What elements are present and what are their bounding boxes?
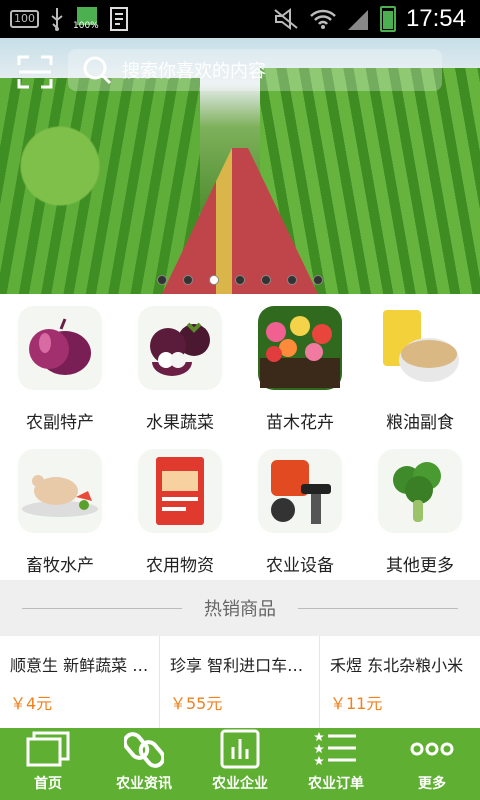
pager-dot[interactable] — [313, 275, 323, 285]
onion-icon — [18, 306, 102, 390]
divider — [298, 607, 458, 609]
product-card[interactable]: 珍享 智利进口车厘子 ￥55元 — [160, 636, 320, 728]
category-item-fruit-veg[interactable]: 水果蔬菜 — [120, 294, 240, 437]
flowers-icon — [258, 306, 342, 390]
category-grid: 农副特产 水果蔬菜 苗木花卉 粮油副食 畜牧水产 农用物资 农业设备 其他更多 — [0, 294, 480, 580]
status-bar: 100 100% 17:54 — [0, 0, 480, 38]
mangosteen-icon — [138, 306, 222, 390]
category-item-more[interactable]: 其他更多 — [360, 437, 480, 580]
category-item-livestock[interactable]: 畜牧水产 — [0, 437, 120, 580]
divider — [22, 607, 182, 609]
product-card[interactable]: 顺意生 新鲜蔬菜 大番茄 ￥4元 — [0, 636, 160, 728]
wifi-icon — [310, 9, 336, 29]
tab-agri-enterprise[interactable]: 农业企业 — [192, 728, 288, 800]
product-price: ￥11元 — [330, 694, 383, 713]
category-item-agri-supplies[interactable]: 农用物资 — [120, 437, 240, 580]
clock: 17:54 — [405, 5, 466, 32]
pager-dot[interactable] — [261, 275, 271, 285]
search-placeholder: 搜索你喜欢的内容 — [122, 61, 266, 82]
battery-icon — [379, 6, 396, 32]
pager-dot[interactable] — [183, 275, 193, 285]
category-item-flowers[interactable]: 苗木花卉 — [240, 294, 360, 437]
fertilizer-bag-icon — [138, 449, 222, 533]
tab-label: 农业企业 — [212, 776, 268, 792]
product-name: 顺意生 新鲜蔬菜 大番茄 — [10, 656, 149, 675]
hot-section-header: 热销商品 — [0, 580, 480, 636]
mute-icon — [274, 8, 298, 30]
category-label: 水果蔬菜 — [146, 413, 214, 433]
pager-dot[interactable] — [209, 275, 219, 285]
brush-cutter-icon — [258, 449, 342, 533]
search-bar[interactable]: 搜索你喜欢的内容 — [68, 49, 442, 91]
banner-image-left — [0, 78, 200, 294]
home-windows-icon — [26, 729, 70, 769]
signal-icon — [347, 10, 368, 30]
category-label: 粮油副食 — [386, 413, 454, 433]
category-label: 农副特产 — [26, 413, 94, 433]
bar-chart-icon — [220, 729, 260, 769]
storage-indicator: 100 — [10, 10, 39, 28]
tab-label: 首页 — [34, 776, 62, 792]
category-item-nongfu[interactable]: 农副特产 — [0, 294, 120, 437]
grain-icon — [378, 306, 462, 390]
tab-home[interactable]: 首页 — [0, 728, 96, 800]
scan-icon[interactable] — [17, 55, 53, 89]
tab-label: 农业资讯 — [116, 776, 172, 792]
hot-section-title: 热销商品 — [204, 599, 276, 620]
star-list-icon — [314, 729, 358, 769]
more-dots-icon — [410, 729, 454, 769]
product-name: 禾煜 东北杂粮小米 — [330, 656, 464, 675]
category-label: 苗木花卉 — [266, 413, 334, 433]
tab-label: 更多 — [418, 776, 446, 792]
search-icon — [83, 56, 112, 85]
banner-pager — [0, 275, 480, 285]
broccoli-icon — [378, 449, 462, 533]
bottom-tab-bar: 首页 农业资讯 农业企业 农业订单 更多 — [0, 728, 480, 800]
battery-percent: 100% — [73, 21, 99, 31]
product-price: ￥4元 — [10, 694, 53, 713]
link-icon — [124, 729, 164, 769]
pager-dot[interactable] — [235, 275, 245, 285]
product-name: 珍享 智利进口车厘子 — [170, 656, 309, 675]
category-label: 畜牧水产 — [26, 556, 94, 576]
category-label: 农用物资 — [146, 556, 214, 576]
category-label: 其他更多 — [386, 556, 454, 576]
hot-products: 顺意生 新鲜蔬菜 大番茄 ￥4元 珍享 智利进口车厘子 ￥55元 禾煜 东北杂粮… — [0, 636, 480, 728]
tab-label: 农业订单 — [308, 776, 364, 792]
pager-dot[interactable] — [287, 275, 297, 285]
category-item-agri-equipment[interactable]: 农业设备 — [240, 437, 360, 580]
tab-agri-news[interactable]: 农业资讯 — [96, 728, 192, 800]
poultry-icon — [18, 449, 102, 533]
product-price: ￥55元 — [170, 694, 223, 713]
tab-more[interactable]: 更多 — [384, 728, 480, 800]
battery-full-icon: 100% — [73, 5, 99, 33]
product-card[interactable]: 禾煜 东北杂粮小米 ￥11元 — [320, 636, 480, 728]
tab-agri-orders[interactable]: 农业订单 — [288, 728, 384, 800]
reader-icon — [110, 7, 128, 31]
pager-dot[interactable] — [157, 275, 167, 285]
category-item-grain-oil[interactable]: 粮油副食 — [360, 294, 480, 437]
category-label: 农业设备 — [266, 556, 334, 576]
usb-icon — [51, 8, 63, 31]
